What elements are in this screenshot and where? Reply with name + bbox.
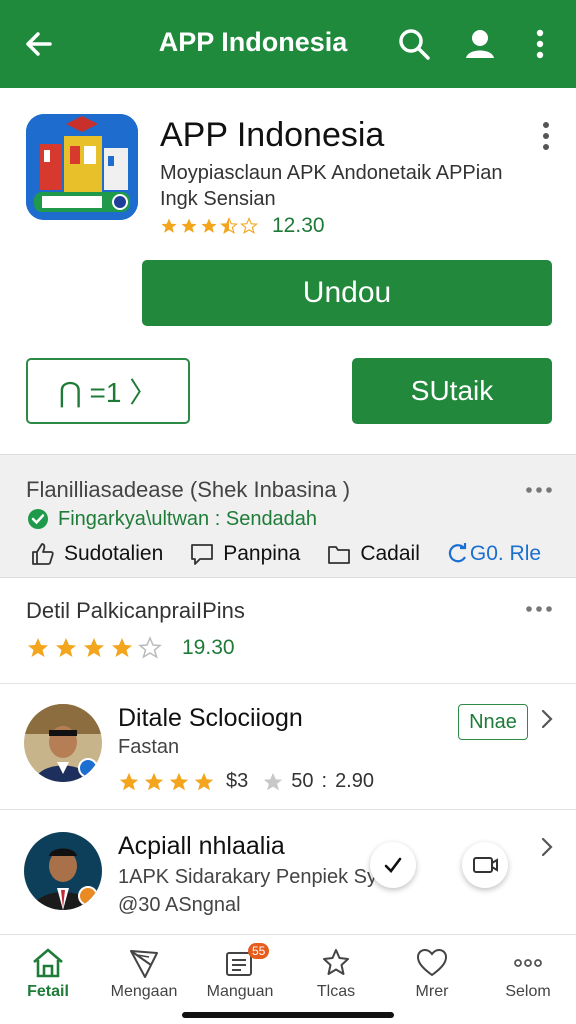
action-folder-label: Cadail bbox=[360, 542, 420, 565]
nav-item-manguan[interactable]: 55 Manguan bbox=[192, 935, 288, 1024]
list-item[interactable]: Acpiall nhlaalia 1APK Sidarakary Penpiek… bbox=[0, 812, 576, 934]
details-title: Detil PalkicanpraiIPins bbox=[26, 598, 245, 623]
nav-label: Mrer bbox=[415, 983, 449, 1000]
outline-button[interactable]: ⋂ =1 〉 bbox=[26, 358, 190, 424]
star-full-icon bbox=[201, 218, 217, 233]
nav-label: Selom bbox=[505, 983, 551, 1000]
nav-item-tlcas[interactable]: Tlcas bbox=[288, 935, 384, 1024]
star-full-icon bbox=[28, 638, 48, 657]
chevron-right-icon[interactable] bbox=[540, 708, 554, 730]
info-section: Flanilliasadease (Shek Inbasina ) Fingar… bbox=[0, 454, 576, 578]
item-rating-a: 50 bbox=[291, 770, 314, 792]
star-full-icon bbox=[112, 638, 132, 657]
avatar bbox=[24, 832, 102, 910]
star-empty-icon bbox=[138, 636, 162, 659]
heart-icon bbox=[416, 948, 448, 977]
bottom-navigation: Fetail Mengaan 55 Manguan Tlcas Mrer Sel… bbox=[0, 934, 576, 1024]
star-grey-icon bbox=[264, 772, 283, 790]
more-vertical-icon[interactable] bbox=[538, 120, 554, 152]
more-vertical-icon[interactable] bbox=[522, 24, 558, 64]
comment-icon bbox=[191, 544, 214, 565]
item-rating: $3 50 : 2.90 bbox=[118, 770, 374, 793]
nav-label: Manguan bbox=[206, 983, 274, 1000]
video-button[interactable] bbox=[462, 842, 508, 888]
item-rating-separator: : bbox=[321, 770, 328, 792]
app-rating-value: 12.30 bbox=[272, 214, 325, 237]
action-like-label: Sudotalien bbox=[64, 542, 164, 565]
star-outline-icon bbox=[323, 949, 349, 975]
verified-status: Fingarkya\ultwan : Sendadah bbox=[26, 507, 317, 531]
star-full-icon bbox=[181, 218, 197, 233]
item-subtitle: 1APK Sidarakary Penpiek Sy bbox=[118, 866, 378, 888]
action-folder[interactable]: Cadail bbox=[326, 541, 420, 567]
home-indicator[interactable] bbox=[182, 1012, 394, 1018]
check-badge-icon bbox=[28, 509, 48, 529]
app-rating: 12.30 bbox=[160, 214, 325, 238]
secondary-button[interactable]: SUtaik bbox=[352, 358, 552, 424]
app-title: APP Indonesia bbox=[160, 116, 385, 154]
thumb-up-icon bbox=[32, 543, 54, 565]
details-section: Detil PalkicanpraiIPins 19.30 bbox=[0, 580, 576, 684]
star-full-icon bbox=[161, 218, 177, 233]
item-title: Ditale Sclociiogn bbox=[118, 704, 303, 732]
item-subtitle-secondary: @30 ASngnal bbox=[118, 894, 241, 916]
action-share-label: G0. Rle bbox=[469, 542, 542, 565]
more-horizontal-icon bbox=[514, 959, 542, 967]
action-like[interactable]: Sudotalien bbox=[30, 541, 163, 567]
list-item[interactable]: Ditale Sclociiogn Fastan Nnae $3 50 : 2.… bbox=[0, 686, 576, 810]
nav-item-selom[interactable]: Selom bbox=[480, 935, 576, 1024]
kite-icon bbox=[130, 950, 158, 978]
item-price: $3 bbox=[226, 770, 249, 792]
more-horizontal-icon[interactable] bbox=[524, 485, 554, 495]
more-horizontal-icon[interactable] bbox=[524, 604, 554, 614]
app-description: Moypiasclaun APK Andonetaik APPian Ingk … bbox=[160, 162, 503, 210]
video-icon bbox=[473, 857, 498, 873]
check-icon bbox=[384, 857, 402, 873]
app-header-card: APP Indonesia Moypiasclaun APK Andonetai… bbox=[0, 88, 576, 448]
item-rating-b: 2.90 bbox=[335, 770, 374, 792]
info-title: Flanilliasadease (Shek Inbasina ) bbox=[26, 477, 351, 502]
home-icon bbox=[33, 948, 63, 978]
nav-item-mrer[interactable]: Mrer bbox=[384, 935, 480, 1024]
person-icon[interactable] bbox=[460, 24, 500, 64]
star-rating bbox=[160, 217, 260, 235]
nav-label: Tlcas bbox=[316, 983, 356, 1000]
item-tag[interactable]: Nnae bbox=[458, 704, 528, 740]
item-subtitle: Fastan bbox=[118, 736, 180, 758]
app-icon bbox=[26, 114, 138, 220]
star-full-icon bbox=[169, 772, 189, 790]
star-full-icon bbox=[119, 772, 139, 790]
details-rating-value: 19.30 bbox=[182, 636, 235, 659]
verified-text: Fingarkya\ultwan : Sendadah bbox=[58, 507, 318, 530]
action-row: Sudotalien Panpina Cadail G0. Rle bbox=[30, 541, 550, 567]
install-button[interactable]: Undou bbox=[142, 260, 552, 326]
action-share[interactable]: G0. Rle bbox=[446, 542, 541, 566]
star-full-icon bbox=[84, 638, 104, 657]
nav-label: Mengaan bbox=[110, 983, 178, 1000]
item-title: Acpiall nhlaalia bbox=[118, 832, 285, 860]
star-empty-icon bbox=[240, 217, 258, 234]
action-comment[interactable]: Panpina bbox=[189, 541, 300, 567]
action-comment-label: Panpina bbox=[223, 542, 301, 565]
share-icon bbox=[448, 543, 466, 563]
search-icon[interactable] bbox=[394, 24, 434, 64]
folder-icon bbox=[328, 546, 351, 564]
avatar bbox=[24, 704, 102, 782]
nav-item-mengaan[interactable]: Mengaan bbox=[96, 935, 192, 1024]
star-full-icon bbox=[194, 772, 214, 790]
chevron-right-icon[interactable] bbox=[540, 836, 554, 858]
check-button[interactable] bbox=[370, 842, 416, 888]
details-rating: 19.30 bbox=[26, 636, 235, 660]
top-app-bar: APP Indonesia bbox=[0, 0, 576, 88]
nav-item-fetail[interactable]: Fetail bbox=[0, 935, 96, 1024]
notification-badge: 55 bbox=[248, 943, 270, 959]
star-full-icon bbox=[144, 772, 164, 790]
nav-label: Fetail bbox=[27, 983, 69, 1000]
star-full-icon bbox=[56, 638, 76, 657]
star-half-icon bbox=[220, 217, 238, 234]
